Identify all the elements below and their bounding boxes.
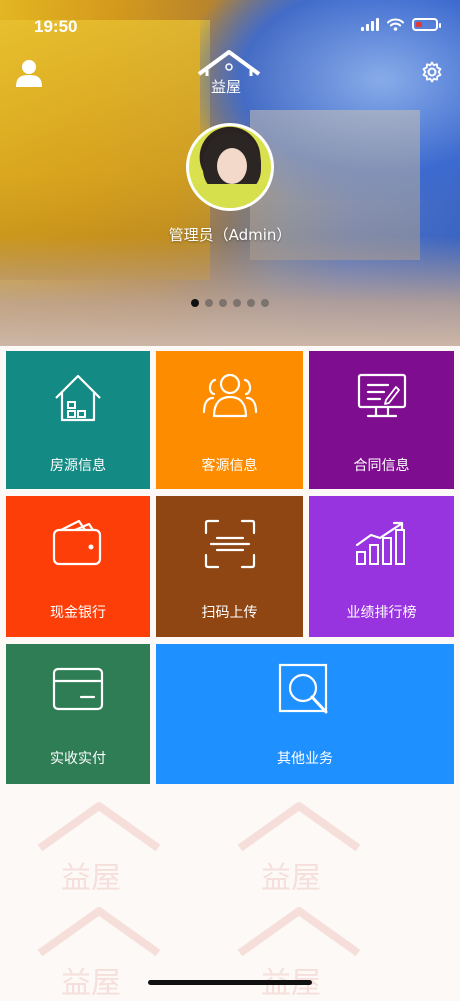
tile-cash-bank[interactable]: 现金银行 [6,496,150,637]
search-icon [278,663,328,714]
tile-scan-upload[interactable]: 扫码上传 [156,496,303,637]
status-icons [361,18,441,31]
carousel-dot[interactable] [191,299,199,307]
tile-housing-info[interactable]: 房源信息 [6,351,150,489]
signal-icon [361,18,379,31]
watermark-logo: 益屋 [37,907,161,1001]
wallet-icon [52,519,102,566]
contract-monitor-icon [357,373,406,418]
watermark-logo: 益屋 [237,907,361,1001]
scan-icon [204,519,255,569]
carousel-dots[interactable] [191,299,269,307]
gear-icon[interactable] [421,61,443,83]
carousel-dot[interactable] [205,299,213,307]
tile-label: 扫码上传 [201,605,258,621]
user-icon[interactable] [16,59,42,87]
tile-label: 实收实付 [50,751,106,767]
house-icon [55,374,101,422]
avatar[interactable] [186,123,274,211]
battery-icon [412,18,441,31]
banner-street [0,236,460,346]
logo-text: 益屋 [211,78,241,96]
watermark-text: 益屋 [261,861,321,896]
tile-label: 现金银行 [50,605,106,621]
watermark-logo: 益屋 [237,802,361,896]
tile-label: 房源信息 [50,458,106,474]
tile-label: 其他业务 [277,751,333,767]
carousel-dot[interactable] [247,299,255,307]
home-indicator[interactable] [148,980,312,985]
logo-icon: 益屋 [197,50,261,96]
tile-label: 业绩排行榜 [346,605,417,621]
watermark-logo: 益屋 [37,802,161,896]
watermark-text: 益屋 [61,861,121,896]
tile-label: 合同信息 [353,458,410,474]
carousel-dot[interactable] [261,299,269,307]
carousel-dot[interactable] [219,299,227,307]
growth-chart-icon [355,521,405,565]
tile-actual-receipts-payments[interactable]: 实收实付 [6,644,150,784]
tile-label: 客源信息 [201,458,258,474]
tile-contract-info[interactable]: 合同信息 [309,351,454,489]
tile-client-info[interactable]: 客源信息 [156,351,303,489]
carousel-dot[interactable] [233,299,241,307]
user-name: 管理员（Admin） [168,226,292,244]
tile-other-business[interactable]: 其他业务 [156,644,454,784]
card-icon [52,667,104,711]
people-icon [202,373,257,418]
wifi-icon [387,18,404,31]
tile-performance-ranking[interactable]: 业绩排行榜 [309,496,454,637]
status-time: 19:50 [34,17,78,36]
